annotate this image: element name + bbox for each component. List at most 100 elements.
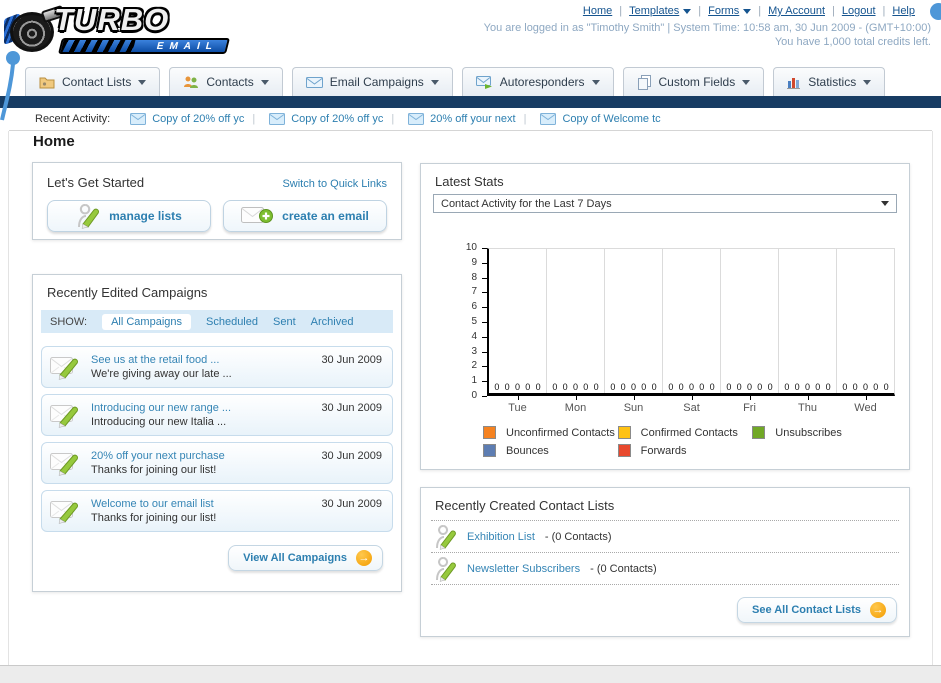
navy-divider-bar <box>0 96 941 108</box>
campaign-title-link[interactable]: Introducing our new range ... <box>91 401 231 415</box>
bar-value-label: 0 <box>504 382 510 392</box>
contact-list-link[interactable]: Newsletter Subscribers <box>467 563 580 575</box>
campaign-title-link[interactable]: 20% off your next purchase <box>91 449 225 463</box>
campaign-title-link[interactable]: See us at the retail food ... <box>91 353 232 367</box>
nav-link-home[interactable]: Home <box>583 5 612 17</box>
envelope-plus-icon <box>241 207 274 223</box>
bar-value-labels: 00000 <box>489 382 546 392</box>
recent-activity-items: Copy of 20% off yc Copy of 20% off yc 20… <box>130 113 661 125</box>
main-nav-tabs: Contact Lists Contacts Email Campaigns A… <box>25 67 886 96</box>
legend-label: Confirmed Contacts <box>640 426 738 439</box>
bar-value-label: 0 <box>804 382 810 392</box>
manage-lists-button[interactable]: manage lists <box>47 200 211 232</box>
bar-value-label: 0 <box>593 382 599 392</box>
bar-value-label: 0 <box>525 382 531 392</box>
switch-quick-links[interactable]: Switch to Quick Links <box>282 178 387 190</box>
contacts-icon <box>184 76 199 88</box>
x-axis-label: Tue <box>508 402 527 414</box>
recent-activity-item: Copy of Welcome tc <box>516 113 661 125</box>
get-started-title: Let's Get Started <box>47 175 145 190</box>
recent-activity-link[interactable]: Copy of 20% off yc <box>291 113 383 125</box>
bar-value-label: 0 <box>873 382 879 392</box>
nav-link-help[interactable]: Help <box>892 5 915 17</box>
recent-activity-bar: Recent Activity: Copy of 20% off yc Copy… <box>9 108 932 131</box>
banner-stripes <box>60 40 136 52</box>
person-pencil-icon <box>436 524 456 550</box>
stats-period-select[interactable]: Contact Activity for the Last 7 Days <box>433 194 897 213</box>
bar-value-label: 0 <box>630 382 636 392</box>
tab-autoresponders[interactable]: Autoresponders <box>461 67 614 96</box>
bar-value-label: 0 <box>610 382 616 392</box>
legend-item: Forwards <box>617 444 753 457</box>
pages-icon <box>637 74 651 90</box>
nav-link-logout[interactable]: Logout <box>842 5 876 17</box>
y-tick-label: 7 <box>471 286 477 298</box>
envelope-pencil-icon <box>50 357 79 380</box>
logo-subtitle: EMAIL <box>155 41 220 52</box>
recent-activity-link[interactable]: Copy of 20% off yc <box>152 113 244 125</box>
header: TURBO EMAIL Home Templates Forms My Acco… <box>0 0 941 66</box>
contact-list-item: Newsletter Subscribers - (0 Contacts) <box>435 553 895 584</box>
chart-day-group: 0 0 0 0 0 Fri <box>721 249 779 414</box>
view-all-campaigns-label: View All Campaigns <box>243 552 347 564</box>
tab-contacts[interactable]: Contacts <box>169 67 283 96</box>
chevron-down-icon <box>591 79 600 85</box>
bar-value-labels: 00000 <box>663 382 720 392</box>
create-email-button[interactable]: create an email <box>223 200 387 232</box>
filter-all-campaigns[interactable]: All Campaigns <box>102 313 191 330</box>
tab-custom-fields[interactable]: Custom Fields <box>622 67 765 96</box>
recent-activity-link[interactable]: 20% off your next <box>430 113 515 125</box>
bar-value-label: 0 <box>535 382 541 392</box>
bar-value-label: 0 <box>883 382 889 392</box>
tab-label: Statistics <box>808 75 857 89</box>
x-axis-label: Mon <box>564 402 587 414</box>
y-tick-mark <box>482 396 487 397</box>
tab-statistics[interactable]: Statistics <box>773 67 886 96</box>
tab-label: Custom Fields <box>658 75 736 89</box>
x-axis-label: Fri <box>743 402 756 414</box>
chevron-down-icon <box>743 8 752 14</box>
envelope-pencil-icon <box>50 405 79 428</box>
legend-item: Unsubscribes <box>752 426 887 439</box>
campaign-filter-bar: SHOW: All Campaigns Scheduled Sent Archi… <box>41 310 393 333</box>
blue-dot-decoration <box>930 3 941 20</box>
legend-label: Unsubscribes <box>775 426 842 439</box>
chevron-down-icon <box>138 79 147 85</box>
filter-sent[interactable]: Sent <box>273 316 296 328</box>
filter-archived[interactable]: Archived <box>311 316 354 328</box>
see-all-contact-lists-button[interactable]: See All Contact Lists → <box>736 597 897 623</box>
nav-link-my-account[interactable]: My Account <box>768 5 825 17</box>
show-label: SHOW: <box>50 315 88 328</box>
campaign-row: See us at the retail food ... We're givi… <box>41 346 393 388</box>
bar-value-label: 0 <box>641 382 647 392</box>
bar-value-label: 0 <box>688 382 694 392</box>
bar-value-label: 0 <box>862 382 868 392</box>
bar-value-label: 0 <box>815 382 821 392</box>
y-tick-label: 8 <box>471 271 477 283</box>
bar-value-labels: 00000 <box>837 382 894 392</box>
y-tick-label: 10 <box>465 242 477 253</box>
tab-contact-lists[interactable]: Contact Lists <box>25 67 161 96</box>
legend-swatch <box>617 426 631 439</box>
campaign-date: 30 Jun 2009 <box>321 354 382 366</box>
legend-swatch <box>483 426 496 439</box>
nav-link-templates[interactable]: Templates <box>629 5 692 17</box>
filter-scheduled[interactable]: Scheduled <box>206 316 258 328</box>
recent-activity-link[interactable]: Copy of Welcome tc <box>562 113 660 125</box>
y-tick-label: 3 <box>471 345 477 357</box>
contact-list-link[interactable]: Exhibition List <box>467 531 535 543</box>
arrow-right-icon: → <box>356 550 372 566</box>
bar-value-labels: 00000 <box>605 382 662 392</box>
tab-label: Autoresponders <box>499 75 585 89</box>
view-all-campaigns-button[interactable]: View All Campaigns → <box>228 545 383 571</box>
tab-email-campaigns[interactable]: Email Campaigns <box>291 67 453 96</box>
bar-value-label: 0 <box>852 382 858 392</box>
contact-list-count: - (0 Contacts) <box>590 562 657 575</box>
x-tick-mark <box>633 396 635 400</box>
recent-activity-item: Copy of 20% off yc <box>130 113 244 125</box>
credits-line: You have 1,000 total credits left. <box>774 36 931 48</box>
bar-value-label: 0 <box>767 382 773 392</box>
nav-link-forms[interactable]: Forms <box>708 5 752 17</box>
envelope-icon <box>540 113 557 125</box>
campaign-title-link[interactable]: Welcome to our email list <box>91 497 216 511</box>
